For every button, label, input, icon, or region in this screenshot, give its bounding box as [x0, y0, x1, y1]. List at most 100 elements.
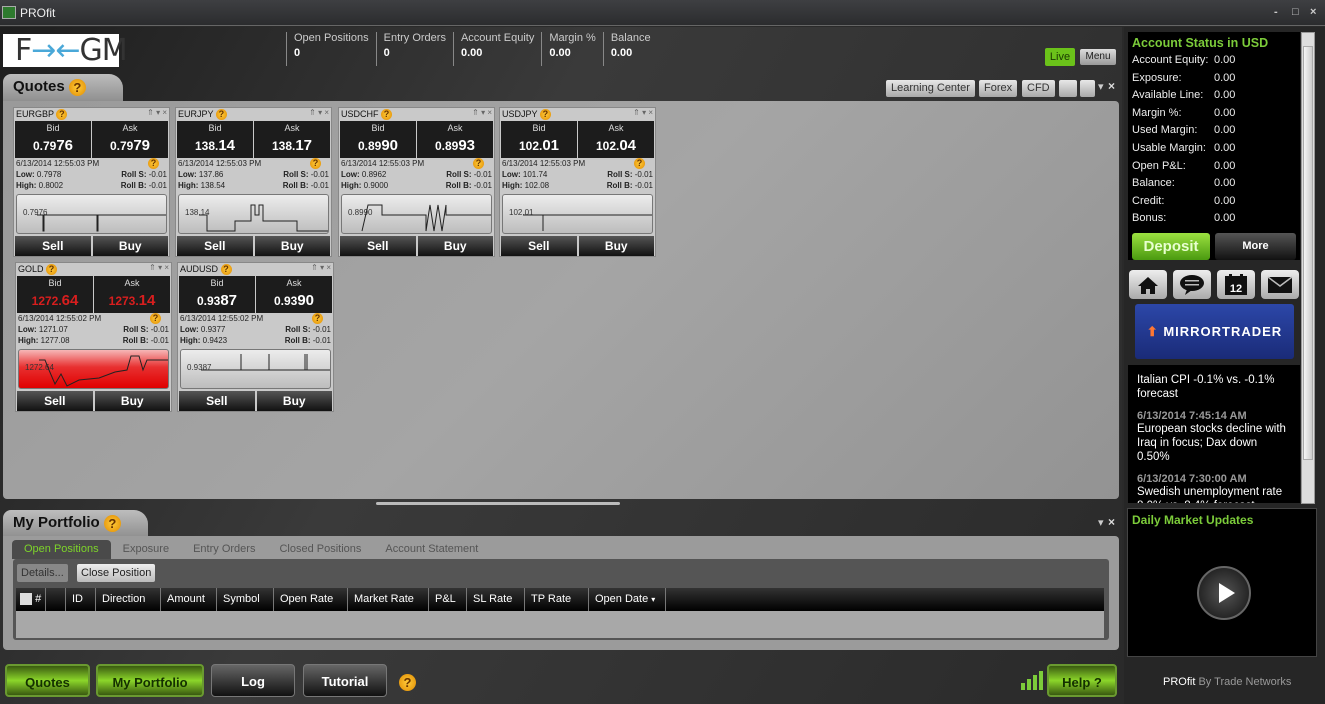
pin-icon[interactable]: ▾	[1098, 516, 1104, 529]
ask-price-box[interactable]: Ask 138.17	[254, 121, 330, 158]
home-icon[interactable]	[1129, 270, 1167, 299]
sell-button[interactable]: Sell	[177, 236, 253, 256]
minimize-button[interactable]: -	[1274, 6, 1278, 18]
help-icon[interactable]: ?	[634, 158, 645, 169]
help-icon[interactable]: ?	[310, 158, 321, 169]
column-header-sl-rate[interactable]: SL Rate	[467, 588, 525, 611]
ask-price-box[interactable]: Ask 0.8993	[417, 121, 493, 158]
side-scrollbar-thumb[interactable]	[1303, 46, 1313, 460]
log-nav-button[interactable]: Log	[211, 664, 295, 697]
help-icon[interactable]: ?	[68, 78, 86, 96]
help-icon[interactable]: ?	[56, 109, 68, 121]
news-headline[interactable]: Italian CPI -0.1% vs. -0.1% forecast	[1137, 373, 1291, 401]
calendar-icon[interactable]: 12	[1217, 270, 1255, 299]
quotes-panel-tab[interactable]: Quotes ?	[3, 74, 123, 102]
news-headline[interactable]: European stocks decline with Iraq in foc…	[1137, 422, 1291, 464]
sell-button[interactable]: Sell	[501, 236, 577, 256]
pin-icon[interactable]: ▾	[1098, 80, 1104, 93]
list-view-icon[interactable]	[1080, 80, 1095, 97]
news-headline[interactable]: Swedish unemployment rate 8.0% vs. 8.4% …	[1137, 485, 1291, 503]
bid-price-box[interactable]: Bid 138.14	[177, 121, 253, 158]
help-icon[interactable]: ?	[148, 158, 159, 169]
menu-button[interactable]: Menu	[1080, 49, 1116, 65]
widget-controls[interactable]: ⇑ ▾ ×	[149, 263, 169, 272]
column-header-open-date[interactable]: Open Date ▾	[589, 588, 666, 611]
horizontal-scrollbar[interactable]	[376, 502, 620, 505]
tab-open-positions[interactable]: Open Positions	[12, 540, 111, 559]
tab-exposure[interactable]: Exposure	[111, 540, 181, 559]
widget-controls[interactable]: ⇑ ▾ ×	[633, 108, 653, 117]
tab-account-statement[interactable]: Account Statement	[373, 540, 490, 559]
chat-icon[interactable]	[1173, 270, 1211, 299]
help-icon[interactable]: ?	[312, 313, 323, 324]
help-icon[interactable]: ?	[150, 313, 161, 324]
widget-controls[interactable]: ⇑ ▾ ×	[147, 108, 167, 117]
bid-price-box[interactable]: Bid 0.9387	[179, 276, 255, 313]
my-portfolio-nav-button[interactable]: My Portfolio	[96, 664, 204, 697]
bid-price-box[interactable]: Bid 0.7976	[15, 121, 91, 158]
column-header-pnl[interactable]: P&L	[429, 588, 467, 611]
select-all-checkbox[interactable]: #	[16, 588, 46, 611]
tutorial-nav-button[interactable]: Tutorial	[303, 664, 387, 697]
help-icon[interactable]: ?	[381, 109, 393, 121]
quotes-nav-button[interactable]: Quotes	[5, 664, 90, 697]
sell-button[interactable]: Sell	[340, 236, 416, 256]
bid-price-box[interactable]: Bid 1272.64	[17, 276, 93, 313]
column-header-symbol[interactable]: Symbol	[217, 588, 274, 611]
buy-button[interactable]: Buy	[254, 236, 330, 256]
widget-controls[interactable]: ⇑ ▾ ×	[472, 108, 492, 117]
buy-button[interactable]: Buy	[256, 391, 332, 411]
help-icon[interactable]: ?	[215, 109, 227, 121]
help-icon[interactable]: ?	[220, 264, 232, 276]
buy-button[interactable]: Buy	[92, 236, 168, 256]
column-header-market-rate[interactable]: Market Rate	[348, 588, 429, 611]
maximize-button[interactable]: □	[1292, 6, 1299, 18]
ask-price-box[interactable]: Ask 0.7979	[92, 121, 168, 158]
help-icon[interactable]: ?	[399, 674, 416, 691]
buy-button[interactable]: Buy	[578, 236, 654, 256]
cfd-button[interactable]: CFD	[1022, 80, 1055, 97]
tab-closed-positions[interactable]: Closed Positions	[267, 540, 373, 559]
close-window-button[interactable]: ×	[1310, 6, 1316, 18]
sell-button[interactable]: Sell	[17, 391, 93, 411]
bid-price-box[interactable]: Bid 102.01	[501, 121, 577, 158]
play-video-icon[interactable]	[1197, 566, 1251, 620]
close-panel-icon[interactable]: ×	[1108, 79, 1115, 93]
ask-price-box[interactable]: Ask 1273.14	[94, 276, 170, 313]
deposit-button[interactable]: Deposit	[1132, 233, 1210, 260]
more-button[interactable]: More	[1215, 233, 1296, 260]
grid-view-icon[interactable]	[1059, 80, 1077, 97]
details-button[interactable]: Details...	[17, 564, 68, 582]
column-header-open-rate[interactable]: Open Rate	[274, 588, 348, 611]
column-header-tp-rate[interactable]: TP Rate	[525, 588, 589, 611]
help-button[interactable]: Help ?	[1047, 664, 1117, 697]
ask-price-box[interactable]: Ask 0.9390	[256, 276, 332, 313]
close-panel-icon[interactable]: ×	[1108, 515, 1115, 529]
close-position-button[interactable]: Close Position	[77, 564, 156, 582]
account-stats-bar: Open Positions 0 Entry Orders 0 Account Eq…	[286, 32, 658, 66]
widget-controls[interactable]: ⇑ ▾ ×	[309, 108, 329, 117]
help-icon[interactable]: ?	[46, 264, 58, 276]
account-status-title: Account Status in USD	[1132, 36, 1269, 50]
account-row-label: Exposure:	[1132, 71, 1182, 84]
sell-button[interactable]: Sell	[15, 236, 91, 256]
column-header-amount[interactable]: Amount	[161, 588, 217, 611]
bid-price-box[interactable]: Bid 0.8990	[340, 121, 416, 158]
help-icon[interactable]: ?	[103, 514, 121, 532]
buy-button[interactable]: Buy	[94, 391, 170, 411]
sell-button[interactable]: Sell	[179, 391, 255, 411]
help-icon[interactable]: ?	[539, 109, 551, 121]
live-badge[interactable]: Live	[1045, 48, 1075, 66]
widget-controls[interactable]: ⇑ ▾ ×	[311, 263, 331, 272]
mail-icon[interactable]	[1261, 270, 1299, 299]
column-header-id[interactable]: ID	[66, 588, 96, 611]
column-header-direction[interactable]: Direction	[96, 588, 161, 611]
mirror-trader-banner[interactable]: ⬆ MIRRORTRADER	[1135, 304, 1294, 359]
learning-center-button[interactable]: Learning Center	[886, 80, 975, 97]
buy-button[interactable]: Buy	[417, 236, 493, 256]
portfolio-panel-tab[interactable]: My Portfolio ?	[3, 510, 148, 538]
ask-price-box[interactable]: Ask 102.04	[578, 121, 654, 158]
tab-entry-orders[interactable]: Entry Orders	[181, 540, 267, 559]
forex-button[interactable]: Forex	[979, 80, 1018, 97]
help-icon[interactable]: ?	[473, 158, 484, 169]
